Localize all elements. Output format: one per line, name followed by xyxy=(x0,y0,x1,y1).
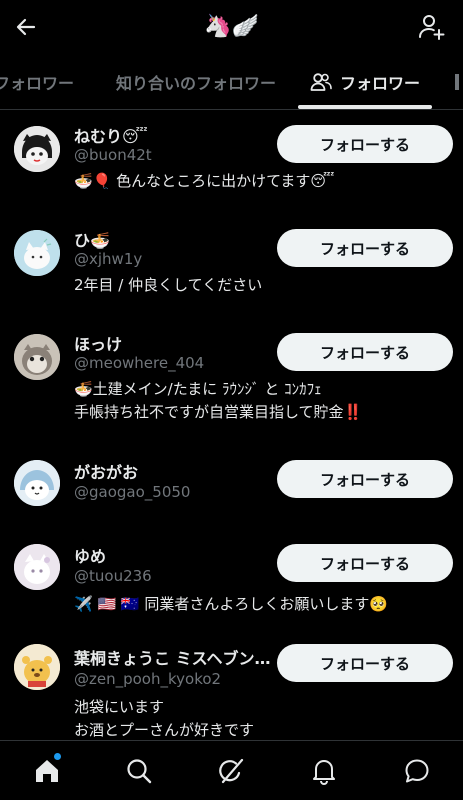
avatar[interactable] xyxy=(14,126,60,172)
list-item[interactable]: 葉桐きょうこ ミスヘブン… @zen_pooh_kyoko2 池袋にいます お酒… xyxy=(0,636,463,740)
notifications-icon xyxy=(313,760,335,785)
list-item[interactable]: ほっけ @meowhere_404 🍜土建メイン/たまに ﾗｳﾝｼﾞ と ｺﾝｶ… xyxy=(0,318,463,446)
user-name: 葉桐きょうこ ミスヘブン… xyxy=(74,649,271,668)
back-button[interactable] xyxy=(12,13,40,41)
user-handle: @buon42t xyxy=(74,146,152,164)
user-bio: 池袋にいます お酒とプーさんが好きです xyxy=(74,698,255,739)
tab-followers[interactable]: フォロワー xyxy=(0,54,74,109)
tab-mutual-followers[interactable]: 知り合いのフォロワー xyxy=(116,54,276,109)
top-bar: 🦄🪽 xyxy=(0,0,463,54)
user-bio: ✈️ 🇺🇸 🇦🇺 同業者さんよろしくお願いします🥺 xyxy=(74,595,389,613)
grok-icon xyxy=(219,758,244,784)
user-handle: @zen_pooh_kyoko2 xyxy=(74,670,222,688)
nav-notifications[interactable] xyxy=(308,755,340,787)
notification-dot xyxy=(54,753,61,760)
messages-icon xyxy=(405,759,429,783)
tab-label: フォロワー xyxy=(340,73,421,93)
user-bio: 🍜土建メイン/たまに ﾗｳﾝｼﾞ と ｺﾝｶﾌｪ 手帳持ち社不ですが自営業目指し… xyxy=(74,380,363,421)
user-name: ゆめ xyxy=(74,547,107,566)
nav-home[interactable] xyxy=(31,753,63,787)
page-title: 🦄🪽 xyxy=(204,14,259,39)
search-icon xyxy=(127,759,152,784)
bottom-nav xyxy=(0,740,463,800)
nav-messages[interactable] xyxy=(401,755,433,787)
tab-more[interactable] xyxy=(455,54,459,109)
user-handle: @gaogao_5050 xyxy=(74,483,191,501)
follow-button[interactable]: フォローする xyxy=(277,460,453,498)
list-item[interactable]: ひ🍜 @xjhw1y 2年目 / 仲良くしてください フォローする xyxy=(0,214,463,318)
user-name: ほっけ xyxy=(74,335,123,354)
user-handle: @xjhw1y xyxy=(74,250,143,268)
arrow-left-icon xyxy=(16,18,36,36)
tab-label: フォロワー xyxy=(0,73,75,93)
follow-button[interactable]: フォローする xyxy=(277,333,453,371)
user-name: がおがお xyxy=(74,463,139,482)
avatar[interactable] xyxy=(14,230,60,276)
user-name: ひ🍜 xyxy=(74,231,110,250)
avatar[interactable] xyxy=(14,644,60,690)
person-add-icon xyxy=(419,15,445,40)
list-item[interactable]: ゆめ @tuou236 ✈️ 🇺🇸 🇦🇺 同業者さんよろしくお願いします🥺 フォ… xyxy=(0,530,463,636)
user-bio: 🍜🎈 色んなところに出かけてます😴 xyxy=(74,172,335,190)
home-icon xyxy=(36,760,58,782)
follow-button[interactable]: フォローする xyxy=(277,125,453,163)
tab-bar: フォロワー 知り合いのフォロワー フォロワー xyxy=(0,54,463,110)
add-user-button[interactable] xyxy=(417,12,447,42)
avatar[interactable] xyxy=(14,460,60,506)
user-handle: @meowhere_404 xyxy=(74,354,205,372)
avatar[interactable] xyxy=(14,544,60,590)
follow-button[interactable]: フォローする xyxy=(277,544,453,582)
follow-button[interactable]: フォローする xyxy=(277,644,453,682)
user-name: ねむり😴 xyxy=(74,127,148,146)
tab-followers-active[interactable]: フォロワー xyxy=(298,54,433,109)
user-bio: 2年目 / 仲良くしてください xyxy=(74,276,263,294)
list-item[interactable]: ねむり😴 @buon42t 🍜🎈 色んなところに出かけてます😴 フォローする xyxy=(0,110,463,214)
nav-search[interactable] xyxy=(123,755,155,787)
tab-label: 知り合いのフォロワー xyxy=(116,73,277,93)
nav-grok[interactable] xyxy=(215,755,247,787)
people-icon xyxy=(310,71,332,93)
avatar[interactable] xyxy=(14,334,60,380)
follow-button[interactable]: フォローする xyxy=(277,229,453,267)
active-tab-indicator xyxy=(298,105,433,109)
list-item[interactable]: がおがお @gaogao_5050 フォローする xyxy=(0,446,463,530)
user-handle: @tuou236 xyxy=(74,567,152,585)
